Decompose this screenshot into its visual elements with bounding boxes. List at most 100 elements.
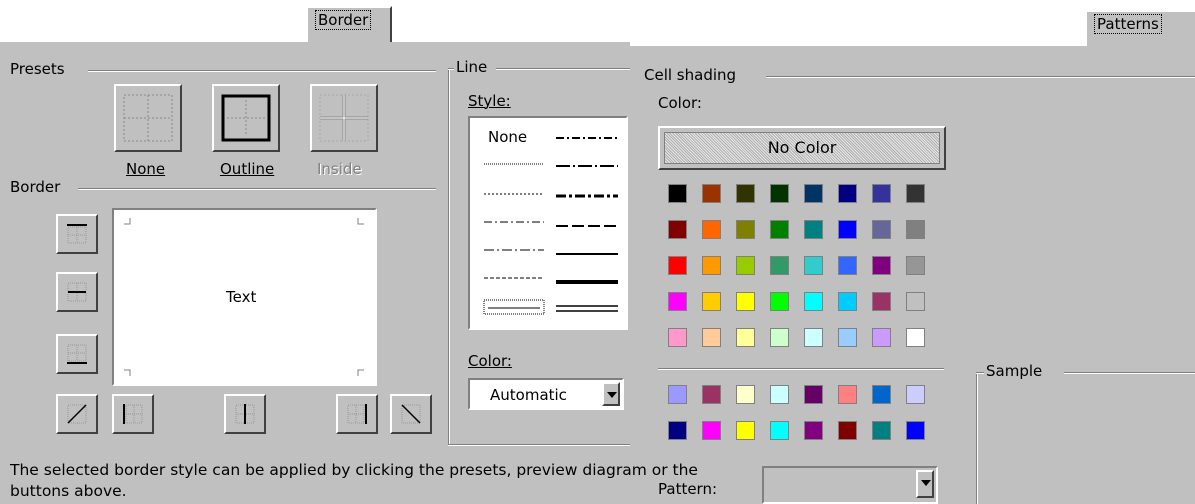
color-swatch[interactable]: [770, 184, 789, 203]
border-top-icon: [67, 224, 87, 244]
color-swatch[interactable]: [838, 292, 857, 311]
chart-color-swatch[interactable]: [872, 421, 891, 440]
color-swatch[interactable]: [668, 292, 687, 311]
color-swatch[interactable]: [736, 292, 755, 311]
color-swatch[interactable]: [906, 328, 925, 347]
color-swatch[interactable]: [668, 220, 687, 239]
presets-divider: [88, 70, 436, 72]
sample-group-top-left: [976, 372, 984, 374]
line-color-dropdown[interactable]: Automatic: [468, 378, 624, 410]
color-swatch[interactable]: [838, 328, 857, 347]
border-preview[interactable]: Text: [112, 208, 377, 386]
color-swatch[interactable]: [770, 292, 789, 311]
chart-color-swatch[interactable]: [770, 385, 789, 404]
color-swatch[interactable]: [804, 220, 823, 239]
pattern-chevron-down-icon[interactable]: [916, 470, 934, 498]
color-swatch[interactable]: [872, 256, 891, 275]
border-left-button[interactable]: [112, 394, 154, 434]
color-swatch[interactable]: [668, 184, 687, 203]
color-swatch[interactable]: [702, 256, 721, 275]
border-top-button[interactable]: [56, 214, 98, 254]
color-swatch[interactable]: [770, 220, 789, 239]
line-style-list[interactable]: None: [468, 116, 628, 330]
color-swatch[interactable]: [906, 184, 925, 203]
chart-color-swatch[interactable]: [804, 421, 823, 440]
color-swatch[interactable]: [736, 328, 755, 347]
color-swatch[interactable]: [702, 220, 721, 239]
border-bottom-button[interactable]: [56, 334, 98, 374]
color-swatch[interactable]: [736, 220, 755, 239]
border-diagonal-down-button[interactable]: [390, 394, 432, 434]
line-group-bottom: [448, 444, 630, 446]
border-bottom-icon: [67, 344, 87, 364]
sample-label: Sample: [986, 362, 1043, 380]
color-swatch[interactable]: [838, 256, 857, 275]
border-diagonal-up-button[interactable]: [56, 394, 98, 434]
border-label: Border: [10, 178, 61, 196]
chart-color-swatch[interactable]: [668, 385, 687, 404]
cell-shading-label: Cell shading: [644, 66, 737, 84]
border-middle-vertical-button[interactable]: [224, 394, 266, 434]
chart-color-swatch[interactable]: [736, 385, 755, 404]
preset-none-icon: [123, 94, 173, 142]
preset-outline-label: Outline: [220, 160, 275, 178]
color-swatch[interactable]: [906, 256, 925, 275]
color-swatch[interactable]: [702, 328, 721, 347]
line-style-swatches: [483, 137, 618, 315]
color-swatch[interactable]: [804, 292, 823, 311]
color-swatch[interactable]: [804, 184, 823, 203]
chart-color-swatch[interactable]: [770, 421, 789, 440]
chart-color-swatch[interactable]: [872, 385, 891, 404]
color-swatch[interactable]: [668, 256, 687, 275]
color-swatch[interactable]: [736, 184, 755, 203]
color-swatch[interactable]: [872, 328, 891, 347]
chart-color-swatch[interactable]: [702, 421, 721, 440]
sample-group-left-edge: [976, 372, 978, 504]
color-swatch[interactable]: [804, 256, 823, 275]
no-color-button[interactable]: No Color: [658, 126, 946, 170]
line-color-label: Color:: [468, 352, 512, 370]
preset-outline-button[interactable]: [212, 84, 280, 152]
chart-color-swatch[interactable]: [838, 421, 857, 440]
line-group-top-right: [496, 68, 630, 70]
color-swatch[interactable]: [736, 256, 755, 275]
chart-color-swatch[interactable]: [668, 421, 687, 440]
border-hint-text: The selected border style can be applied…: [10, 461, 698, 500]
line-color-value: Automatic: [490, 386, 567, 404]
color-swatch[interactable]: [702, 184, 721, 203]
tab-patterns-label: Patterns: [1094, 14, 1162, 34]
color-swatch[interactable]: [872, 220, 891, 239]
color-swatch[interactable]: [804, 328, 823, 347]
chevron-down-icon[interactable]: [602, 382, 620, 406]
tab-border[interactable]: Border: [306, 6, 392, 42]
pattern-dropdown[interactable]: [762, 466, 938, 504]
border-left-icon: [123, 404, 143, 424]
color-swatch[interactable]: [668, 328, 687, 347]
preset-inside-button[interactable]: [310, 84, 378, 152]
color-swatch[interactable]: [702, 292, 721, 311]
color-swatch[interactable]: [770, 256, 789, 275]
color-swatch[interactable]: [770, 328, 789, 347]
no-color-label: No Color: [767, 138, 837, 157]
chart-color-swatch[interactable]: [702, 385, 721, 404]
color-swatch[interactable]: [872, 292, 891, 311]
color-swatch[interactable]: [838, 220, 857, 239]
line-group-label: Line: [456, 58, 488, 76]
chart-color-swatch[interactable]: [906, 385, 925, 404]
chart-color-swatch[interactable]: [838, 385, 857, 404]
sample-group-top-right: [1064, 372, 1195, 374]
color-swatch[interactable]: [872, 184, 891, 203]
border-right-button[interactable]: [336, 394, 378, 434]
presets-label: Presets: [10, 60, 65, 78]
preset-none-button[interactable]: [114, 84, 182, 152]
border-middle-horizontal-button[interactable]: [56, 272, 98, 312]
diagonal-up-icon: [67, 404, 87, 424]
color-swatch[interactable]: [906, 292, 925, 311]
chart-color-swatch[interactable]: [804, 385, 823, 404]
tab-patterns[interactable]: Patterns: [1085, 10, 1195, 46]
color-swatch[interactable]: [906, 220, 925, 239]
tab-border-label: Border: [314, 10, 372, 30]
chart-color-swatch[interactable]: [736, 421, 755, 440]
color-swatch[interactable]: [838, 184, 857, 203]
chart-color-swatch[interactable]: [906, 421, 925, 440]
